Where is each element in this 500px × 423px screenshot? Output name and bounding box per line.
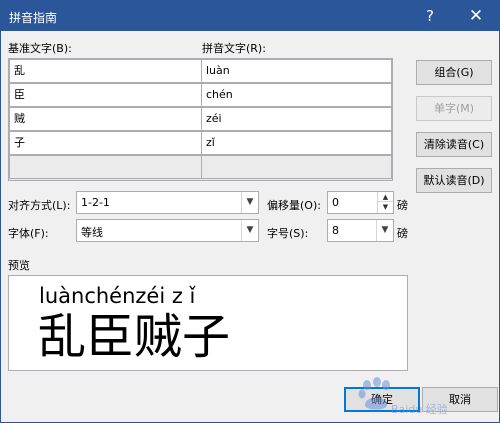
dialog-title: 拼音指南 <box>9 11 58 25</box>
offset-unit: 磅 <box>397 199 408 212</box>
spin-up-icon[interactable]: ▲ <box>378 192 393 202</box>
watermark-text: Baidu 经验 <box>391 402 447 416</box>
alignment-select[interactable]: 1-2-1 ▼ <box>76 191 259 214</box>
pinyin-text-cell[interactable]: zǐ <box>201 131 392 155</box>
baidu-jingyan-watermark: Baidu 经验 <box>358 377 447 416</box>
alignment-label: 对齐方式(L): <box>8 199 71 212</box>
font-value: 等线 <box>81 226 103 239</box>
base-text-label: 基准文字(B): <box>8 42 72 55</box>
preview-pinyin: luànchénzéi z ǐ <box>39 284 196 308</box>
base-text-cell[interactable]: 子 <box>9 131 202 155</box>
size-unit: 磅 <box>397 227 408 240</box>
default-reading-button[interactable]: 默认读音(D) <box>416 168 492 193</box>
size-value: 8 <box>332 224 339 237</box>
pinyin-text-cell-empty <box>201 155 392 179</box>
pinyin-text-cell[interactable]: zéi <box>201 107 392 131</box>
help-button[interactable]: ? <box>407 1 453 31</box>
base-text-cell-empty <box>9 155 202 179</box>
close-button[interactable]: ✕ <box>453 1 499 31</box>
chevron-down-icon[interactable]: ▼ <box>376 220 393 241</box>
single-char-button[interactable]: 单字(M) <box>416 96 492 121</box>
pinyin-text-label: 拼音文字(R): <box>202 42 266 55</box>
chevron-down-icon[interactable]: ▼ <box>241 220 258 241</box>
preview-box: luànchénzéi z ǐ 乱臣贼子 <box>8 275 408 371</box>
preview-hanzi: 乱臣贼子 <box>38 309 231 365</box>
offset-spinner[interactable]: 0 ▲ ▼ <box>327 191 394 214</box>
font-select[interactable]: 等线 ▼ <box>76 219 259 242</box>
offset-label: 偏移量(O): <box>267 199 321 212</box>
spinner-arrows: ▲ ▼ <box>377 192 393 213</box>
chevron-down-icon[interactable]: ▼ <box>241 192 258 213</box>
pinyin-grid: 乱 luàn 臣 chén 贼 zéi 子 zǐ <box>8 58 393 181</box>
combine-button[interactable]: 组合(G) <box>416 60 492 85</box>
base-text-cell[interactable]: 贼 <box>9 107 202 131</box>
alignment-value: 1-2-1 <box>81 196 110 209</box>
title-bar: 拼音指南 ? ✕ <box>1 1 499 31</box>
offset-value: 0 <box>332 196 339 209</box>
base-text-cell[interactable]: 乱 <box>9 59 202 83</box>
size-label: 字号(S): <box>267 227 309 240</box>
spin-down-icon[interactable]: ▼ <box>378 202 393 212</box>
size-select[interactable]: 8 ▼ <box>327 219 394 242</box>
clear-reading-button[interactable]: 清除读音(C) <box>416 132 492 157</box>
base-text-cell[interactable]: 臣 <box>9 83 202 107</box>
pinyin-guide-dialog: 拼音指南 ? ✕ 基准文字(B): 拼音文字(R): 乱 luàn 臣 chén… <box>0 0 500 423</box>
font-label: 字体(F): <box>8 227 49 240</box>
pinyin-text-cell[interactable]: chén <box>201 83 392 107</box>
pinyin-text-cell[interactable]: luàn <box>201 59 392 83</box>
preview-label: 预览 <box>8 259 30 272</box>
